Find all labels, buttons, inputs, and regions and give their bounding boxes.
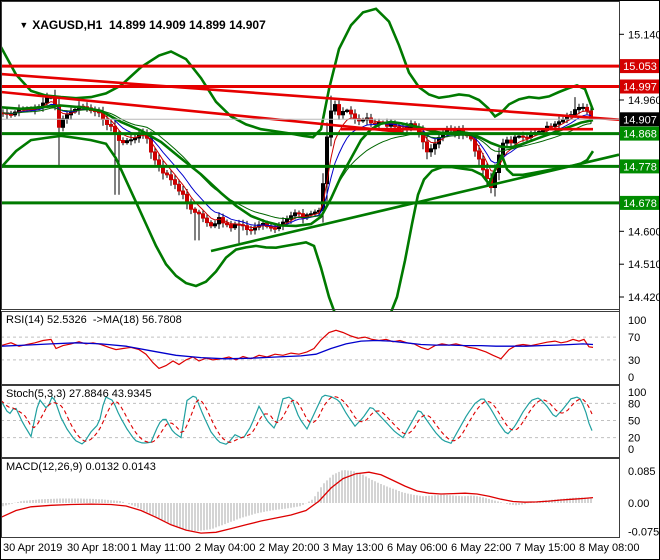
svg-text:14.600: 14.600 (628, 226, 660, 238)
svg-text:14.960: 14.960 (628, 95, 660, 107)
svg-text:0: 0 (628, 372, 634, 384)
x-axis-label: 30 Apr 2019 (3, 542, 63, 554)
svg-text:14.510: 14.510 (628, 259, 660, 271)
x-axis-label: 2 May 04:00 (195, 542, 256, 554)
svg-text:14.868: 14.868 (623, 129, 657, 141)
x-axis-label: 7 May 15:00 (515, 542, 576, 554)
svg-text:14.778: 14.778 (623, 161, 657, 173)
x-axis-label: 6 May 22:00 (451, 542, 512, 554)
svg-text:-0.0753: -0.0753 (628, 526, 660, 538)
svg-text:14.997: 14.997 (623, 82, 657, 94)
svg-text:100: 100 (628, 315, 646, 327)
x-axis-label: 6 May 06:00 (387, 542, 448, 554)
svg-text:14.678: 14.678 (623, 198, 657, 210)
x-axis-label: 3 May 13:00 (323, 542, 384, 554)
svg-text:15.140: 15.140 (628, 29, 660, 41)
svg-text:14.907: 14.907 (623, 114, 657, 126)
svg-text:70: 70 (628, 332, 640, 344)
svg-text:14.420: 14.420 (628, 292, 660, 304)
x-axis-label: 2 May 20:00 (259, 542, 320, 554)
svg-text:0.085: 0.085 (628, 466, 656, 478)
rsi-indicator-pane[interactable]: 100 70 30 0 (1, 311, 660, 385)
svg-text:20: 20 (628, 433, 640, 445)
svg-text:0: 0 (628, 444, 634, 456)
time-axis: 30 Apr 2019 30 Apr 18:00 1 May 11:00 2 May … (1, 538, 659, 559)
svg-text:15.053: 15.053 (623, 61, 657, 73)
x-axis-label: 30 Apr 18:00 (67, 542, 130, 554)
svg-text:50: 50 (628, 416, 640, 428)
trading-chart-window: 15.140 14.960 14.600 14.510 14.420 15.053 14.9… (0, 0, 660, 560)
svg-text:30: 30 (628, 355, 640, 367)
svg-text:100: 100 (628, 387, 646, 399)
svg-text:0.00: 0.00 (628, 498, 649, 510)
svg-text:80: 80 (628, 398, 640, 410)
x-axis-label: 8 May 08:00 (579, 542, 640, 554)
main-price-chart[interactable]: 15.140 14.960 14.600 14.510 14.420 15.053 14.9… (1, 1, 660, 311)
x-axis-label: 1 May 11:00 (131, 542, 191, 554)
stochastic-indicator-pane[interactable]: 10080 50 200 (1, 385, 660, 458)
macd-indicator-pane[interactable]: 0.085 0.00 -0.0753 (1, 458, 660, 538)
